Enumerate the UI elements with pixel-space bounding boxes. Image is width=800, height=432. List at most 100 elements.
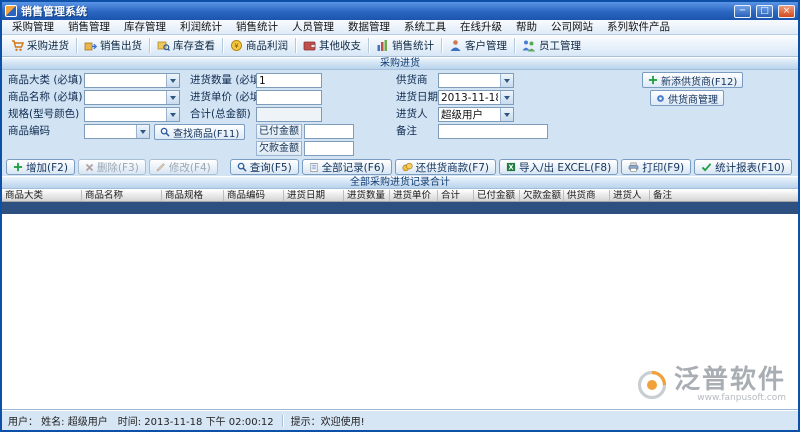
buyer-combo[interactable] [438,107,514,122]
paid-amount-label: 已付金额 [256,124,302,139]
fanpu-logo-icon [637,370,667,400]
total-input[interactable] [256,107,322,122]
total-label: 合计(总金额) [190,107,251,122]
unit-price-label: 进货单价 (必填) [190,90,265,105]
grid-body[interactable]: 泛普软件 www.fanpusoft.com [2,214,798,410]
chevron-down-icon[interactable] [166,108,179,121]
chevron-down-icon[interactable] [166,91,179,104]
col-category[interactable]: 商品大类 [2,190,82,201]
toolbar-sales-stats[interactable]: 销售统计 [369,35,441,56]
col-owed[interactable]: 欠款金额 [520,190,564,201]
product-name-combo[interactable] [84,90,180,105]
toolbar-other-income-expense[interactable]: 其他收支 [296,35,368,56]
table-section-title: 全部采购进货记录合计 [2,176,798,189]
chevron-down-icon[interactable] [500,74,513,87]
add-supplier-button[interactable]: 新添供货商(F12) [642,72,743,88]
minimize-button[interactable]: ─ [734,5,751,18]
menu-sales-stats[interactable]: 销售统计 [229,20,285,35]
action-buttons: 增加(F2) 删除(F3) 修改(F4) 查询(F5) 全部记录(F6) 还 [2,158,798,176]
product-code-combo[interactable] [84,124,150,139]
supplier-input[interactable] [439,74,500,87]
col-spec[interactable]: 商品规格 [162,190,224,201]
all-records-button[interactable]: 全部记录(F6) [302,159,392,175]
plus-icon [648,75,658,85]
svg-text:X: X [508,164,514,172]
toolbar-inventory-view[interactable]: 库存查看 [150,35,222,56]
menu-purchase[interactable]: 采购管理 [5,20,61,35]
toolbar-product-profit[interactable]: ¥ 商品利润 [223,35,295,56]
supplier-combo[interactable] [438,73,514,88]
selected-table-row[interactable] [2,202,798,214]
buyer-input[interactable] [439,108,500,121]
menu-website[interactable]: 公司网站 [544,20,600,35]
unit-price-input[interactable] [256,90,322,105]
add-button[interactable]: 增加(F2) [6,159,75,175]
find-product-button[interactable]: 查找商品(F11) [154,124,245,140]
col-code[interactable]: 商品编码 [224,190,284,201]
menu-sales[interactable]: 销售管理 [61,20,117,35]
window-title: 销售管理系统 [21,3,729,19]
report-button[interactable]: 统计报表(F10) [694,159,792,175]
menu-help[interactable]: 帮助 [509,20,544,35]
spec-input[interactable] [85,108,166,121]
product-name-input[interactable] [85,91,166,104]
document-icon [309,162,319,173]
edit-button[interactable]: 修改(F4) [149,159,218,175]
remark-input[interactable] [438,124,548,139]
menu-personnel[interactable]: 人员管理 [285,20,341,35]
maximize-button[interactable]: □ [756,5,773,18]
cart-icon [11,39,24,52]
search-icon [237,162,247,172]
menu-products[interactable]: 系列软件产品 [600,20,677,35]
menu-system-tools[interactable]: 系统工具 [397,20,453,35]
chevron-down-icon[interactable] [500,91,513,104]
quantity-input[interactable] [256,73,322,88]
delete-button[interactable]: 删除(F3) [78,159,146,175]
check-icon [701,162,712,172]
category-combo[interactable] [84,73,180,88]
delete-icon [85,163,94,172]
toolbar-customer-mgmt[interactable]: 客户管理 [442,35,514,56]
chevron-down-icon[interactable] [136,125,149,138]
excel-button[interactable]: X 导入/出 EXCEL(F8) [499,159,618,175]
pencil-icon [156,162,166,172]
buyer-label: 进货人 [396,107,428,122]
toolbar-purchase-in[interactable]: 采购进货 [4,35,76,56]
paid-amount-input[interactable] [304,124,354,139]
menu-data[interactable]: 数据管理 [341,20,397,35]
col-buyer[interactable]: 进货人 [610,190,650,201]
manage-supplier-button[interactable]: 供货商管理 [650,90,724,106]
menu-inventory[interactable]: 库存管理 [117,20,173,35]
statusbar-hint: 提示：欢迎使用! [291,413,365,428]
col-quantity[interactable]: 进货数量 [344,190,390,201]
form-section-title: 采购进货 [2,57,798,70]
spec-combo[interactable] [84,107,180,122]
col-supplier[interactable]: 供货商 [564,190,610,201]
col-paid[interactable]: 已付金额 [474,190,520,201]
col-product-name[interactable]: 商品名称 [82,190,162,201]
col-total[interactable]: 合计 [438,190,474,201]
product-name-label: 商品名称 (必填) [8,90,83,105]
col-date[interactable]: 进货日期 [284,190,344,201]
excel-icon: X [506,162,516,172]
col-remark[interactable]: 备注 [650,190,798,201]
owed-amount-input[interactable] [304,141,354,156]
menu-online-upgrade[interactable]: 在线升级 [453,20,509,35]
menu-profit-stats[interactable]: 利润统计 [173,20,229,35]
col-unit-price[interactable]: 进货单价 [390,190,438,201]
purchase-date-picker[interactable] [438,90,514,105]
print-button[interactable]: 打印(F9) [621,159,691,175]
menubar: 采购管理 销售管理 库存管理 利润统计 销售统计 人员管理 数据管理 系统工具 … [2,20,798,35]
chevron-down-icon[interactable] [166,74,179,87]
owed-amount-label: 欠款金额 [256,141,302,156]
bar-chart-icon [376,39,389,52]
purchase-date-input[interactable] [439,91,500,104]
chevron-down-icon[interactable] [500,108,513,121]
toolbar-sales-out[interactable]: 销售出货 [77,35,149,56]
query-button[interactable]: 查询(F5) [230,159,299,175]
close-button[interactable]: × [778,5,795,18]
repay-supplier-button[interactable]: 还供货商款(F7) [395,159,496,175]
product-code-input[interactable] [85,125,136,138]
toolbar-staff-mgmt[interactable]: 员工管理 [515,35,588,56]
category-input[interactable] [85,74,166,87]
